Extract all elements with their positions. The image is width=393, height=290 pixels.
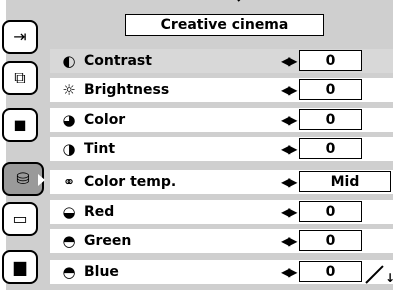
screen-adjust-icon: ▭ [12, 209, 28, 228]
row-brightness[interactable]: ☼ Brightness ◀▶ 0 [50, 78, 393, 102]
row-label: Color [84, 112, 126, 128]
adjust-arrows-icon[interactable]: ◀▶ [281, 54, 298, 68]
adjust-arrows-icon[interactable]: ◀▶ [281, 142, 298, 156]
row-value: 0 [299, 230, 362, 251]
color-icon: ◕ [62, 111, 76, 129]
row-color-temp[interactable]: ⚭ Color temp. ◀▶ Mid [50, 170, 393, 194]
row-value: 0 [299, 201, 362, 222]
adjust-arrows-icon[interactable]: ◀▶ [281, 175, 298, 189]
tint-icon: ◑ [62, 140, 76, 158]
row-label: Brightness [84, 82, 170, 98]
projector-osd: ⇥ ⧉ ◼ ⛁ ▭ ▆ Creative cinema ◐ Contrast ◀… [0, 0, 393, 290]
green-icon: ◓ [62, 232, 76, 250]
adjust-arrows-icon[interactable]: ◀▶ [281, 83, 298, 97]
row-value: Mid [299, 171, 391, 192]
adjust-arrows-icon[interactable]: ◀▶ [281, 265, 298, 279]
tab-setting[interactable]: ▆ [2, 250, 38, 284]
row-contrast[interactable]: ◐ Contrast ◀▶ 0 [50, 49, 393, 73]
adjust-arrows-icon[interactable]: ◀▶ [281, 234, 298, 248]
row-label: Color temp. [84, 174, 177, 190]
scroll-down-icon[interactable]: ↓ [385, 271, 393, 285]
screen-icon: ⧉ [14, 68, 26, 87]
row-value: 0 [299, 261, 362, 282]
row-value: 0 [299, 138, 362, 159]
active-tab-caret-icon [38, 174, 45, 186]
image-adjust-icon: ⛁ [16, 169, 30, 188]
row-tint[interactable]: ◑ Tint ◀▶ 0 [50, 137, 393, 161]
adjust-arrows-icon[interactable]: ◀▶ [281, 113, 298, 127]
row-label: Tint [84, 141, 116, 157]
tab-screen-adjust[interactable]: ▭ [2, 202, 38, 236]
contrast-icon: ◐ [62, 52, 76, 70]
menu-title-bar: Creative cinema [50, 14, 393, 38]
row-label: Red [84, 204, 115, 220]
tab-image-mode[interactable]: ◼ [2, 108, 38, 142]
row-green[interactable]: ◓ Green ◀▶ 0 [50, 229, 393, 253]
image-mode-icon: ◼ [13, 115, 27, 134]
tab-input[interactable]: ⇥ [2, 20, 38, 54]
brightness-icon: ☼ [62, 81, 76, 99]
row-label: Green [84, 233, 132, 249]
row-blue[interactable]: ◓ Blue ◀▶ 0 [50, 260, 393, 284]
menu-title: Creative cinema [125, 14, 324, 36]
row-value: 0 [299, 79, 362, 100]
row-red[interactable]: ◒ Red ◀▶ 0 [50, 200, 393, 224]
row-label: Blue [84, 264, 119, 280]
input-icon: ⇥ [13, 27, 27, 46]
row-value: 0 [299, 109, 362, 130]
blue-icon: ◓ [62, 263, 76, 281]
row-color[interactable]: ◕ Color ◀▶ 0 [50, 108, 393, 132]
red-icon: ◒ [62, 203, 76, 221]
tab-screen[interactable]: ⧉ [2, 61, 38, 95]
color-temp-icon: ⚭ [62, 173, 76, 191]
setting-icon: ▆ [13, 257, 27, 276]
menu-sidebar: ⇥ ⧉ ◼ ⛁ ▭ ▆ [0, 0, 50, 290]
row-value: 0 [299, 50, 362, 71]
adjust-arrows-icon[interactable]: ◀▶ [281, 205, 298, 219]
row-label: Contrast [84, 53, 152, 69]
